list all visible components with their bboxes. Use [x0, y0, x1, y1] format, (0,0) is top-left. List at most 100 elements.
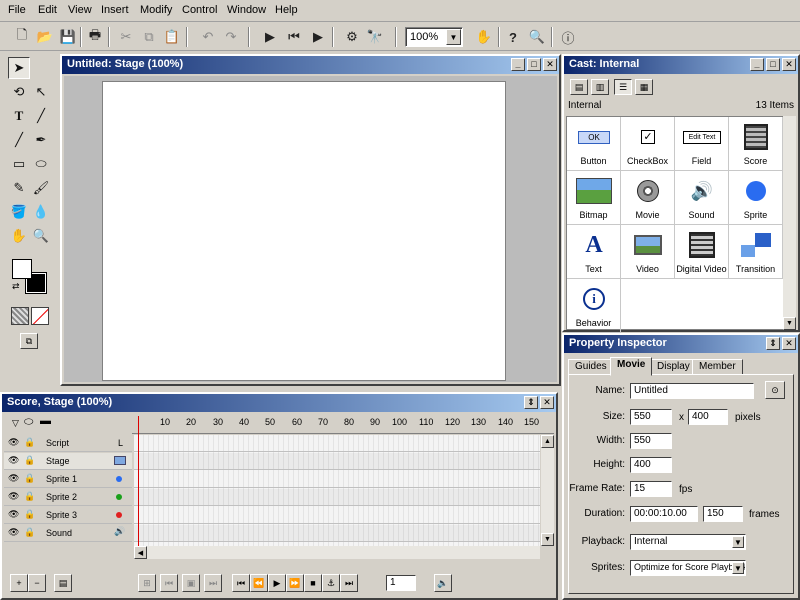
step-forward-icon[interactable]: ⏩ [286, 574, 304, 592]
zoom-select[interactable]: 100% ▼ [405, 27, 463, 47]
cast-scrollbar[interactable]: ▼ [783, 116, 796, 330]
cast-folder-icon[interactable]: ▥ [591, 79, 609, 95]
size-width-field[interactable]: 550 [630, 409, 672, 425]
width-field[interactable]: 550 [630, 433, 672, 449]
go-last-icon[interactable]: ⏭ [340, 574, 358, 592]
cast-library-icon[interactable]: ▤ [570, 79, 588, 95]
chevron-down-icon[interactable]: ▼ [732, 536, 744, 548]
eye-icon[interactable]: 👁 [8, 455, 19, 466]
menu-edit[interactable]: Edit [38, 4, 57, 16]
line-tool-icon[interactable]: ╱ [30, 105, 52, 127]
name-field[interactable]: Untitled [630, 383, 754, 399]
lock-icon[interactable]: 🔒 [24, 509, 35, 520]
duration-time-field[interactable]: 00:00:10.00 [630, 506, 698, 522]
close-icon[interactable]: ✕ [782, 337, 796, 350]
playhead[interactable] [138, 416, 139, 546]
menu-modify[interactable]: Modify [140, 4, 172, 16]
effects-icon[interactable]: ⬭ [24, 416, 33, 429]
thumbnail-view-icon[interactable]: ▦ [635, 79, 653, 95]
eyedropper-tool-icon[interactable]: 💧 [30, 201, 52, 223]
lock-icon[interactable]: 🔒 [24, 437, 35, 448]
menu-insert[interactable]: Insert [101, 4, 129, 16]
collapse-chevron-icon[interactable]: ▽ [12, 418, 19, 429]
channel-sprite3[interactable]: 👁 🔒 Sprite 3 [4, 507, 132, 524]
scroll-up-icon[interactable]: ▲ [541, 435, 554, 448]
open-icon[interactable]: 📂 [34, 26, 56, 48]
framerate-field[interactable]: 15 [630, 481, 672, 497]
maximize-icon[interactable]: □ [527, 58, 541, 71]
menu-control[interactable]: Control [182, 4, 217, 16]
zoom-tool-icon[interactable]: 🔍 [30, 225, 52, 247]
list-view-icon[interactable]: ☰ [614, 79, 632, 95]
close-icon[interactable]: ✕ [543, 58, 557, 71]
rectangle-tool-icon[interactable]: ▭ [8, 153, 30, 175]
channel-options-icon[interactable]: ▤ [54, 574, 72, 592]
score-hscrollbar[interactable]: ◀ [134, 546, 540, 559]
height-field[interactable]: 400 [630, 457, 672, 473]
lock-icon[interactable]: 🔒 [24, 455, 35, 466]
line2-tool-icon[interactable]: ╱ [8, 129, 30, 151]
foreground-color-swatch[interactable] [12, 259, 32, 279]
undo-icon[interactable]: ↶ [197, 26, 219, 48]
play-icon[interactable]: ▶ [268, 574, 286, 592]
lock-icon[interactable]: 🔒 [24, 527, 35, 538]
frame-grid[interactable] [134, 435, 540, 547]
menu-view[interactable]: View [68, 4, 92, 16]
cast-member-video[interactable]: Video [621, 225, 675, 279]
cast-member-score[interactable]: Score [729, 117, 783, 171]
tab-movie[interactable]: Movie [610, 357, 653, 376]
frame-ruler[interactable]: 10 20 30 40 50 60 70 80 90 100 110 120 1… [132, 414, 554, 434]
go-first-icon[interactable]: ⏮ [232, 574, 250, 592]
channel-sound[interactable]: 👁 🔒 Sound 🔊 [4, 525, 132, 542]
eye-icon[interactable]: 👁 [8, 437, 19, 448]
volume-icon[interactable]: 🔈 [434, 574, 452, 592]
minimize-icon[interactable]: _ [511, 58, 525, 71]
cast-member-sound[interactable]: 🔊 Sound [675, 171, 729, 225]
brush-tool-icon[interactable]: 🖌 [30, 177, 52, 199]
channel-sprite2[interactable]: 👁 🔒 Sprite 2 [4, 489, 132, 506]
zoom-icon[interactable]: 🔍 [526, 26, 548, 48]
hand-tool-icon[interactable]: ✋ [8, 225, 30, 247]
pattern-swatch[interactable] [11, 307, 29, 325]
help-icon[interactable]: ? [502, 26, 524, 48]
cast-member-sprite[interactable]: Sprite [729, 171, 783, 225]
next-marker-icon[interactable]: ⏭ [204, 574, 222, 592]
chevron-down-icon[interactable]: ▼ [446, 29, 461, 45]
no-line-swatch[interactable] [31, 307, 49, 325]
cast-member-behavior[interactable]: i Behavior [567, 279, 621, 333]
line-width-icon[interactable]: ⧉ [20, 333, 38, 349]
pencil-tool-icon[interactable]: ✎ [8, 177, 30, 199]
scroll-down-icon[interactable]: ▼ [783, 317, 796, 330]
close-icon[interactable]: ✕ [540, 396, 554, 409]
swap-colors-icon[interactable]: ⇄ [12, 281, 20, 292]
restore-icon[interactable]: ⇕ [766, 337, 780, 350]
channels-icon[interactable]: ▬ [40, 415, 51, 427]
channel-script[interactable]: 👁 🔒 Script L [4, 435, 132, 452]
stage-properties-icon[interactable]: ⊙ [765, 381, 785, 399]
cast-member-field[interactable]: Edit Text Field [675, 117, 729, 171]
cast-member-digital-video[interactable]: Digital Video [675, 225, 729, 279]
frame-number-field[interactable]: 1 [386, 575, 416, 591]
menu-help[interactable]: Help [275, 4, 298, 16]
cast-member-checkbox[interactable]: ✓ CheckBox [621, 117, 675, 171]
minimize-icon[interactable]: _ [750, 58, 764, 71]
save-icon[interactable]: 💾 [57, 26, 79, 48]
context-help-icon[interactable]: ⓘ [557, 26, 579, 48]
playback-select[interactable]: Internal ▼ [630, 534, 746, 550]
maximize-icon[interactable]: □ [766, 58, 780, 71]
binoculars-icon[interactable]: ⚙ [341, 26, 363, 48]
loop-icon[interactable]: ⚓ [322, 574, 340, 592]
step-back-icon[interactable]: ⏪ [250, 574, 268, 592]
remove-channel-icon[interactable]: − [28, 574, 46, 592]
hand-icon[interactable]: ✋ [473, 26, 495, 48]
rotate-tool-icon[interactable]: ⟲ [8, 81, 30, 103]
marker-icon[interactable]: ▣ [182, 574, 200, 592]
eye-icon[interactable]: 👁 [8, 473, 19, 484]
subselect-tool-icon[interactable]: ↖ [30, 81, 52, 103]
lock-icon[interactable]: 🔒 [24, 491, 35, 502]
text-tool-icon[interactable]: T [8, 105, 30, 127]
cast-member-bitmap[interactable]: Bitmap [567, 171, 621, 225]
cast-member-movie[interactable]: Movie [621, 171, 675, 225]
cut-icon[interactable]: ✂ [115, 26, 137, 48]
add-channel-icon[interactable]: + [10, 574, 28, 592]
